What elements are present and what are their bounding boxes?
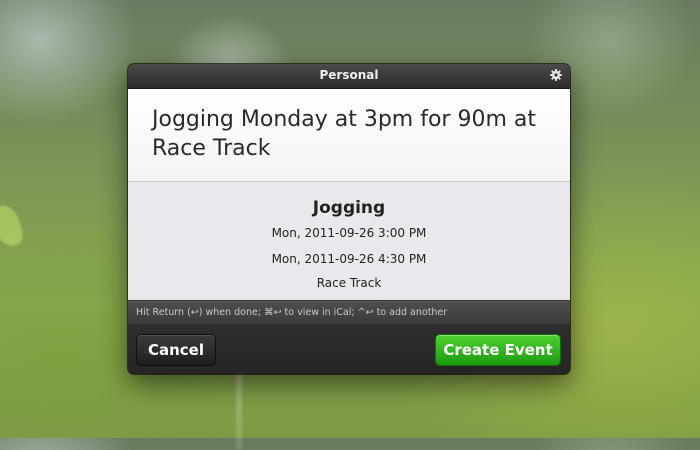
cancel-button[interactable]: Cancel bbox=[136, 334, 216, 366]
event-text-input[interactable]: Jogging Monday at 3pm for 90m at Race Tr… bbox=[128, 89, 570, 182]
create-event-button[interactable]: Create Event bbox=[435, 334, 561, 366]
event-preview: Jogging Mon, 2011-09-26 3:00 PM Mon, 201… bbox=[128, 182, 570, 300]
event-text-value: Jogging Monday at 3pm for 90m at Race Tr… bbox=[152, 107, 536, 161]
title-bar[interactable]: Personal bbox=[128, 64, 570, 89]
hint-text: Hit Return (↩) when done; ⌘↩ to view in … bbox=[136, 307, 448, 318]
background-leaf bbox=[0, 201, 27, 251]
gear-icon[interactable] bbox=[550, 69, 562, 81]
footer: Cancel Create Event bbox=[128, 324, 570, 374]
quick-event-window: Personal Jogging Monday at 3pm for 90m a… bbox=[128, 64, 570, 374]
event-title: Jogging bbox=[312, 198, 386, 218]
event-start-time: Mon, 2011-09-26 3:00 PM bbox=[271, 226, 427, 240]
event-end-time: Mon, 2011-09-26 4:30 PM bbox=[271, 252, 427, 266]
hint-bar: Hit Return (↩) when done; ⌘↩ to view in … bbox=[128, 301, 570, 325]
background-stem bbox=[236, 370, 242, 450]
event-location: Race Track bbox=[316, 276, 382, 290]
window-title: Personal bbox=[319, 68, 379, 82]
